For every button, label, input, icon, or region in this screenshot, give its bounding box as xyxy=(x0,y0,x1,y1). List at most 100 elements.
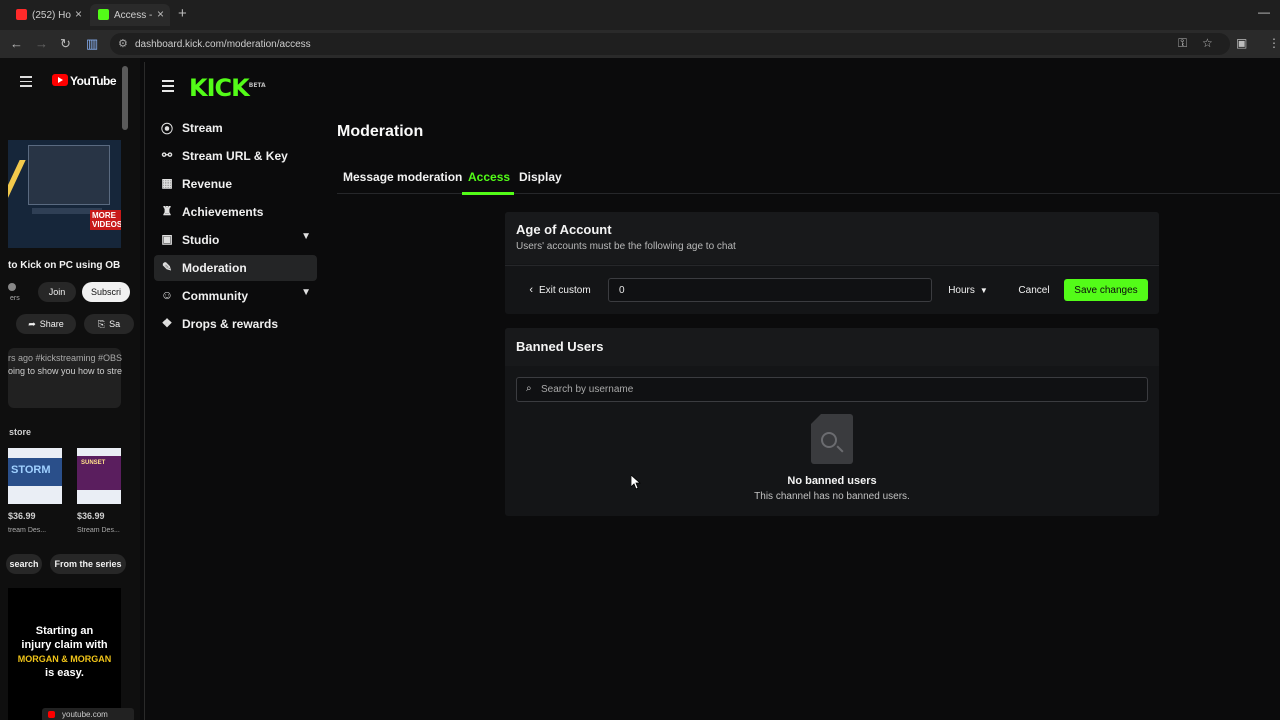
sidebar-item-label: Stream xyxy=(182,121,223,135)
studio-icon: ▣ xyxy=(161,232,173,246)
banned-users-card: Banned Users ⌕ Search by username No ban… xyxy=(505,328,1159,516)
product-thumb-text: SUNSET xyxy=(81,460,106,466)
save-icon: ⎘ xyxy=(97,318,106,329)
share-label: Share xyxy=(39,319,64,329)
search-placeholder: Search by username xyxy=(541,384,634,395)
side-panel-toggle-icon[interactable]: ▣ xyxy=(1236,36,1247,50)
scrollbar[interactable] xyxy=(122,66,128,130)
address-bar-row: ← → ↻ ▥ ⚙ dashboard.kick.com/moderation/… xyxy=(0,30,1280,58)
series-chip[interactable]: From the series xyxy=(50,554,126,574)
join-button[interactable]: Join xyxy=(38,282,76,302)
bookmark-star-icon[interactable]: ☆ xyxy=(1202,36,1213,50)
url-field[interactable]: ⚙ dashboard.kick.com/moderation/access xyxy=(110,33,1230,55)
search-chip[interactable]: search xyxy=(6,554,42,574)
product-thumbnail[interactable]: STORM xyxy=(8,448,62,504)
ad-line: Starting an xyxy=(35,625,94,637)
cancel-button[interactable]: Cancel xyxy=(1010,279,1058,301)
unit-select[interactable]: Hours ▼ xyxy=(941,279,995,301)
sidebar-item-label: Revenue xyxy=(182,177,233,191)
exit-custom-label: Exit custom xyxy=(538,284,591,296)
chevron-down-icon: ▼ xyxy=(301,287,311,298)
sidebar-item-stream-url-key[interactable]: ⚯ Stream URL & Key xyxy=(154,143,317,169)
back-icon[interactable]: ← xyxy=(10,36,23,51)
sidebar-item-moderation[interactable]: ✎ Moderation xyxy=(154,255,317,281)
chart-icon: ▦ xyxy=(161,176,173,190)
ad-domain: youtube.com xyxy=(62,710,108,719)
close-tab-icon[interactable]: × xyxy=(75,7,82,21)
kick-favicon-icon xyxy=(98,9,109,20)
close-tab-icon[interactable]: × xyxy=(157,7,164,21)
video-description: oing to show you how to stre xyxy=(8,366,123,376)
save-button[interactable]: ⎘ Sa xyxy=(84,314,134,334)
share-button[interactable]: ➦ Share xyxy=(16,314,76,334)
sidebar-item-drops-rewards[interactable]: ❖ Drops & rewards xyxy=(154,311,317,337)
site-info-icon[interactable]: ⚙ xyxy=(118,37,128,50)
exit-custom-button[interactable]: ‹ Exit custom xyxy=(521,279,599,301)
new-tab-icon[interactable]: + xyxy=(178,5,187,22)
age-subtitle: Users' accounts must be the following ag… xyxy=(516,241,736,252)
tab-title: (252) Ho xyxy=(32,9,71,21)
sidebar-item-stream[interactable]: ⦿ Stream xyxy=(154,115,317,141)
url-text: dashboard.kick.com/moderation/access xyxy=(135,38,311,50)
browser-tab-youtube[interactable]: (252) Ho × xyxy=(8,4,88,26)
browser-menu-icon[interactable]: ⋮ xyxy=(1268,36,1280,50)
tab-access[interactable]: Access xyxy=(468,170,510,184)
community-icon: ☺ xyxy=(160,288,174,302)
active-tab-indicator xyxy=(462,192,514,195)
password-key-icon[interactable]: ⚿ xyxy=(1178,36,1187,51)
chevron-down-icon: ▼ xyxy=(301,231,311,242)
card-header xyxy=(505,212,1159,264)
more-videos-badge[interactable]: MORE VIDEOS xyxy=(90,210,121,230)
browser-tab-kick[interactable]: Access - × xyxy=(90,4,170,26)
trophy-icon: ♜ xyxy=(161,204,173,218)
beta-badge: BETA xyxy=(248,82,266,89)
sidebar-item-label: Community xyxy=(182,289,248,303)
sidebar-item-studio[interactable]: ▣ Studio ▼ xyxy=(154,227,317,253)
yt-menu-icon[interactable] xyxy=(20,76,32,87)
search-input[interactable]: ⌕ Search by username xyxy=(516,377,1148,402)
tab-display[interactable]: Display xyxy=(519,170,562,184)
chevron-left-icon: ‹ xyxy=(529,284,533,296)
age-title: Age of Account xyxy=(516,222,612,237)
empty-title: No banned users xyxy=(787,475,877,487)
product-price: $36.99 xyxy=(77,511,105,521)
forward-icon[interactable]: → xyxy=(35,36,48,51)
save-changes-button[interactable]: Save changes xyxy=(1064,279,1148,301)
age-value: 0 xyxy=(619,284,625,296)
video-player-thumbnail[interactable]: MORE VIDEOS xyxy=(8,140,121,248)
ad-line: injury claim with xyxy=(21,639,108,651)
youtube-wordmark[interactable]: YouTube xyxy=(70,74,117,88)
side-panel-icon[interactable]: ▥ xyxy=(86,36,98,52)
empty-file-search-icon xyxy=(811,414,853,464)
tab-message-moderation[interactable]: Message moderation xyxy=(343,170,462,184)
minimize-window-icon[interactable]: — xyxy=(1258,5,1270,19)
channel-avatar[interactable] xyxy=(8,283,16,291)
sidebar-item-label: Studio xyxy=(182,233,220,247)
product-name[interactable]: Stream Des... xyxy=(77,527,120,534)
kick-logo-text: KICK xyxy=(189,74,250,102)
mouse-cursor-icon xyxy=(631,475,641,490)
ad-banner[interactable]: Starting an injury claim with MORGAN & M… xyxy=(8,588,121,720)
sidebar-item-achievements[interactable]: ♜ Achievements xyxy=(154,199,317,225)
menu-icon[interactable] xyxy=(162,80,174,92)
video-title[interactable]: to Kick on PC using OB xyxy=(8,260,120,271)
age-value-input[interactable]: 0 xyxy=(608,278,932,302)
sidebar-item-community[interactable]: ☺ Community ▼ xyxy=(154,283,317,309)
broadcast-icon: ⦿ xyxy=(160,122,173,136)
kick-logo[interactable]: KICKBETA xyxy=(189,74,266,102)
chevron-down-icon: ▼ xyxy=(979,285,988,295)
unit-label: Hours xyxy=(948,284,975,296)
youtube-side-panel: YouTube MORE VIDEOS to Kick on PC using … xyxy=(0,58,140,720)
product-price: $36.99 xyxy=(8,511,36,521)
product-thumbnail[interactable]: SUNSET xyxy=(77,448,121,504)
reload-icon[interactable]: ↻ xyxy=(60,36,71,52)
play-triangle-icon xyxy=(58,77,63,83)
sidebar-item-revenue[interactable]: ▦ Revenue xyxy=(154,171,317,197)
store-heading: store xyxy=(9,427,32,437)
product-name[interactable]: tream Des... xyxy=(8,527,46,534)
empty-subtitle: This channel has no banned users. xyxy=(754,491,910,502)
thumb-screenshot xyxy=(28,145,110,205)
subscribe-button[interactable]: Subscri xyxy=(82,282,130,302)
sidebar-item-label: Achievements xyxy=(182,205,264,219)
ad-domain-bar[interactable]: youtube.com xyxy=(42,708,134,720)
